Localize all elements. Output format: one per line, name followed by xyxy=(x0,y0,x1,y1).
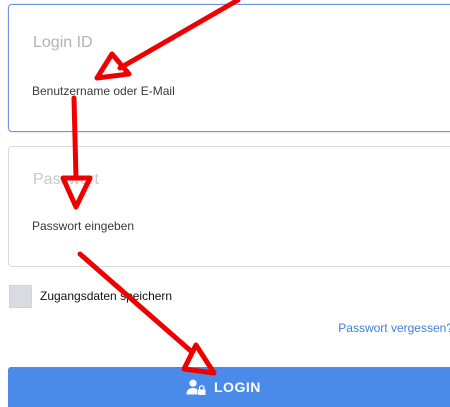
login-button[interactable]: LOGIN xyxy=(8,367,450,407)
password-label: Passwort xyxy=(33,171,99,188)
login-button-label: LOGIN xyxy=(214,379,261,395)
user-lock-icon xyxy=(186,379,206,395)
remember-checkbox[interactable] xyxy=(9,284,32,308)
login-id-label: Login ID xyxy=(33,34,93,51)
forgot-password-link[interactable]: Passwort vergessen? xyxy=(338,321,450,335)
password-field[interactable]: Passwort xyxy=(8,146,450,267)
login-form: Login ID Passwort Zugangsdaten speichern… xyxy=(0,0,450,407)
login-id-input[interactable] xyxy=(32,84,432,98)
password-input[interactable] xyxy=(32,219,432,233)
remember-label: Zugangsdaten speichern xyxy=(40,289,173,303)
remember-credentials-row[interactable]: Zugangsdaten speichern xyxy=(9,284,172,308)
login-id-field[interactable]: Login ID xyxy=(8,4,450,132)
